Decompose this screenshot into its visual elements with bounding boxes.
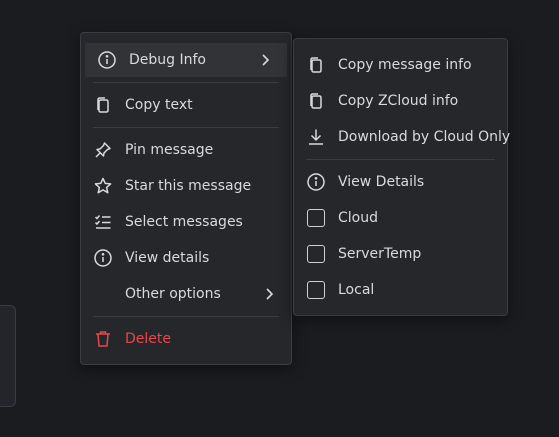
submenu-item-label: Copy message info (338, 57, 472, 73)
copy-icon (93, 95, 113, 115)
checkbox-label: ServerTemp (338, 246, 422, 262)
submenu-item-copy-message-info[interactable]: Copy message info (294, 48, 507, 82)
blank-icon (93, 284, 113, 304)
chevron-right-icon (262, 54, 270, 66)
checkbox-label: Cloud (338, 210, 378, 226)
submenu-item-download-cloud-only[interactable]: Download by Cloud Only (294, 120, 511, 154)
info-icon (93, 248, 113, 268)
menu-item-label: Star this message (125, 178, 252, 194)
checkbox-icon (306, 280, 326, 300)
star-icon (93, 176, 113, 196)
submenu-item-view-details[interactable]: View Details (294, 165, 507, 199)
menu-separator (93, 127, 279, 128)
menu-separator (93, 82, 279, 83)
info-icon (306, 172, 326, 192)
checkbox-label: Local (338, 282, 375, 298)
menu-item-copy-text[interactable]: Copy text (81, 88, 291, 122)
menu-item-label: Delete (125, 331, 171, 347)
background-message-card (0, 305, 16, 407)
submenu-checkbox-cloud[interactable]: Cloud (294, 201, 507, 235)
checkbox-icon (306, 208, 326, 228)
copy-icon (306, 91, 326, 111)
checkbox-icon (306, 244, 326, 264)
submenu-item-label: Download by Cloud Only (338, 129, 511, 145)
menu-item-debug-info[interactable]: Debug Info (85, 43, 287, 77)
menu-item-label: Debug Info (129, 52, 206, 68)
submenu-checkbox-local[interactable]: Local (294, 273, 507, 307)
menu-item-view-details[interactable]: View details (81, 241, 291, 275)
submenu-item-copy-zcloud-info[interactable]: Copy ZCloud info (294, 84, 507, 118)
menu-separator (93, 316, 279, 317)
info-icon (97, 50, 117, 70)
pin-icon (93, 140, 113, 160)
menu-item-label: Other options (125, 286, 221, 302)
menu-item-label: Pin message (125, 142, 214, 158)
chevron-right-icon (266, 288, 274, 300)
download-icon (306, 127, 326, 147)
debug-info-submenu: Copy message info Copy ZCloud info Downl… (293, 38, 511, 316)
menu-item-other-options[interactable]: Other options (81, 277, 291, 311)
message-context-menu: Debug Info Copy text Pin message Star th… (80, 32, 292, 365)
copy-icon (306, 55, 326, 75)
menu-item-pin-message[interactable]: Pin message (81, 133, 291, 167)
menu-item-delete[interactable]: Delete (81, 322, 291, 356)
trash-icon (93, 329, 113, 349)
menu-item-label: Copy text (125, 97, 193, 113)
menu-item-label: View details (125, 250, 210, 266)
submenu-separator (306, 159, 495, 160)
menu-item-label: Select messages (125, 214, 243, 230)
list-check-icon (93, 212, 113, 232)
menu-item-star-message[interactable]: Star this message (81, 169, 291, 203)
menu-item-select-messages[interactable]: Select messages (81, 205, 291, 239)
submenu-checkbox-servertemp[interactable]: ServerTemp (294, 237, 507, 271)
submenu-item-label: View Details (338, 174, 425, 190)
submenu-item-label: Copy ZCloud info (338, 93, 459, 109)
